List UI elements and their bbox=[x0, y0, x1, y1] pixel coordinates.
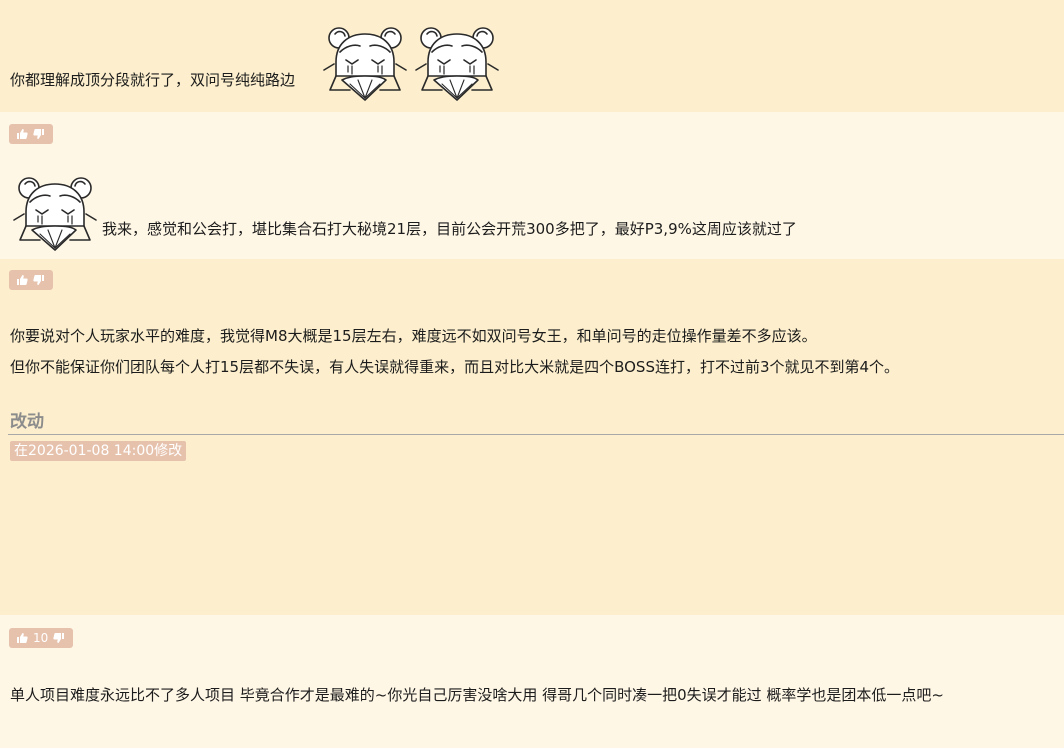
thumbs-down-icon[interactable] bbox=[53, 632, 65, 644]
post-1: 你都理解成顶分段就行了，双问号纯纯路边 bbox=[0, 0, 1064, 112]
thumbs-down-icon[interactable] bbox=[33, 274, 45, 286]
laughing-fan-girl-sticker bbox=[12, 172, 98, 252]
edit-heading: 改动 bbox=[10, 412, 44, 432]
post-text: 你都理解成顶分段就行了，双问号纯纯路边 bbox=[10, 71, 296, 89]
post-text: 单人项目难度永远比不了多人项目 毕竟合作才是最难的~你光自己厉害没啥大用 得哥几… bbox=[10, 686, 944, 704]
post-text: 我来，感觉和公会打，堪比集合石打大秘境21层，目前公会开荒300多把了，最好P3… bbox=[102, 220, 797, 238]
laughing-fan-girl-sticker bbox=[322, 22, 408, 102]
thumbs-up-icon[interactable] bbox=[16, 128, 28, 140]
edit-timestamp: 在2026-01-08 14:00修改 bbox=[10, 441, 187, 461]
vote-count: 10 bbox=[33, 631, 49, 645]
laughing-fan-girl-sticker bbox=[414, 22, 500, 102]
post-4: 10 单人项目难度永远比不了多人项目 毕竟合作才是最难的~你光自己厉害没啥大用 … bbox=[0, 615, 1064, 748]
vote-bar: 10 bbox=[9, 628, 74, 648]
post-text-line-1: 你要说对个人玩家水平的难度，我觉得M8大概是15层左右，难度远不如双问号女王，和… bbox=[10, 327, 817, 345]
post-text-line-2: 但你不能保证你们团队每个人打15层都不失误，有人失误就得重来，而且对比大米就是四… bbox=[10, 358, 900, 376]
vote-bar bbox=[9, 270, 53, 290]
thumbs-up-icon[interactable] bbox=[16, 632, 28, 644]
divider bbox=[8, 434, 1064, 435]
post-2: 我来，感觉和公会打，堪比集合石打大秘境21层，目前公会开荒300多把了，最好P3… bbox=[0, 112, 1064, 259]
thumbs-up-icon[interactable] bbox=[16, 274, 28, 286]
thumbs-down-icon[interactable] bbox=[33, 128, 45, 140]
post-3: 你要说对个人玩家水平的难度，我觉得M8大概是15层左右，难度远不如双问号女王，和… bbox=[0, 259, 1064, 615]
vote-bar bbox=[9, 124, 53, 144]
